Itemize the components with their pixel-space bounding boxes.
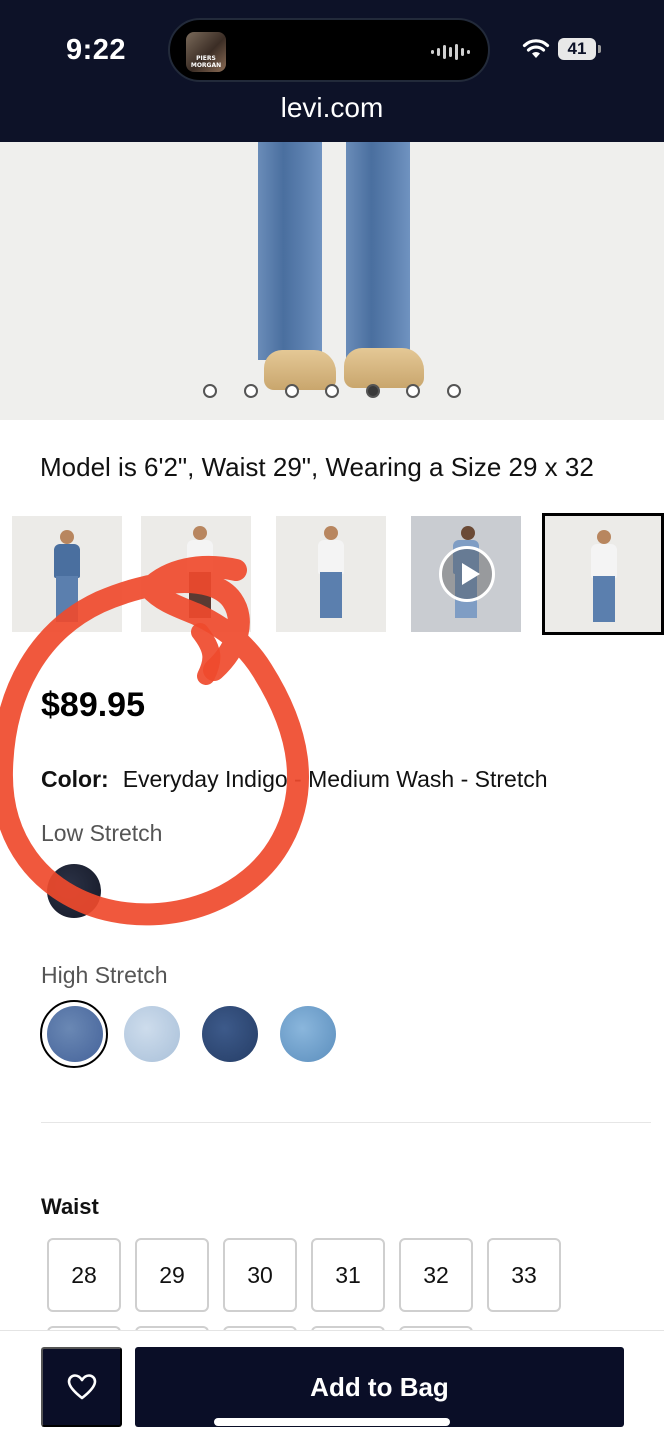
color-swatch-high-stretch[interactable] [124,1006,180,1062]
waist-label: Waist [41,1194,99,1219]
carousel-dot[interactable] [244,384,258,398]
jeans-right-leg [346,142,410,360]
wifi-icon [522,39,550,58]
color-label: Color: [41,766,109,792]
gallery-thumbnail-selected[interactable] [542,513,664,635]
carousel-dots [0,384,664,400]
now-playing-thumbnail: PIERS MORGAN [186,32,226,72]
product-hero-image[interactable] [0,142,664,420]
status-and-url-bar: 9:22 PIERS MORGAN 41 levi.com [0,0,664,142]
waist-size-button[interactable]: 32 [399,1238,473,1312]
play-icon[interactable] [439,546,495,602]
url-bar[interactable]: levi.com [0,92,664,124]
carousel-dot[interactable] [447,384,461,398]
color-line: Color: Everyday Indigo - Medium Wash - St… [41,766,548,793]
carousel-dot[interactable] [325,384,339,398]
dynamic-island[interactable]: PIERS MORGAN [168,18,490,82]
heart-icon [67,1374,96,1400]
gallery-thumbnail-video[interactable] [411,516,521,632]
carousel-dot[interactable] [203,384,217,398]
wishlist-button[interactable] [41,1347,122,1427]
home-indicator[interactable] [214,1418,450,1426]
waist-size-button[interactable]: 30 [223,1238,297,1312]
waist-size-button[interactable]: 28 [47,1238,121,1312]
shoe-right [344,348,424,388]
waist-size-button[interactable]: 29 [135,1238,209,1312]
waist-size-button[interactable]: 31 [311,1238,385,1312]
status-time: 9:22 [66,34,127,66]
carousel-dot-active[interactable] [366,384,380,398]
high-stretch-label: High Stretch [41,962,168,988]
model-figure [597,530,611,544]
carousel-dot[interactable] [406,384,420,398]
model-size-caption: Model is 6'2", Waist 29", Wearing a Size… [40,452,594,482]
section-divider [41,1122,651,1123]
color-value: Everyday Indigo - Medium Wash - Stretch [122,766,548,792]
color-swatch-high-stretch[interactable] [202,1006,258,1062]
bottom-action-bar: Add to Bag [0,1330,664,1440]
model-figure [324,526,338,540]
product-price: $89.95 [41,686,145,724]
carousel-dot[interactable] [285,384,299,398]
model-figure [60,530,74,544]
model-figure [461,526,475,540]
battery-icon: 41 [558,38,596,60]
jeans-left-leg [258,142,322,360]
waist-size-button[interactable]: 33 [487,1238,561,1312]
now-playing-thumbnail-text: PIERS MORGAN [190,55,222,69]
battery-nub [598,45,601,53]
model-figure [193,526,207,540]
add-to-bag-button[interactable]: Add to Bag [135,1347,624,1427]
color-swatch-high-stretch[interactable] [47,1006,103,1062]
low-stretch-label: Low Stretch [41,820,163,846]
color-swatch-high-stretch[interactable] [280,1006,336,1062]
audio-waveform-icon [431,44,470,60]
color-swatch-low-stretch[interactable] [47,864,101,918]
gallery-thumbnail[interactable] [12,516,122,632]
gallery-thumbnail[interactable] [141,516,251,632]
gallery-thumbnail[interactable] [276,516,386,632]
